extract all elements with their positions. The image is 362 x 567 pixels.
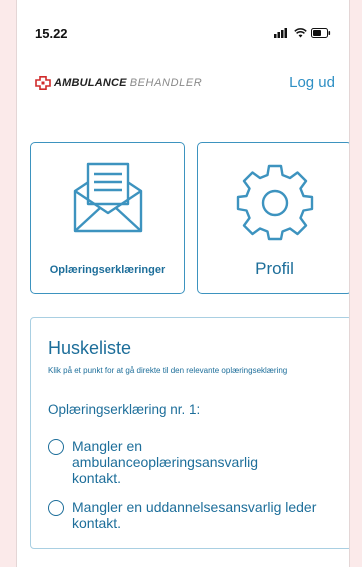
status-icons — [274, 28, 331, 38]
checklist-title: Huskeliste — [48, 338, 132, 358]
ambulance-cross-icon — [35, 76, 51, 90]
gear-icon — [236, 164, 313, 241]
signal-icon — [274, 28, 287, 38]
logo-text-bold: AMBULANCE — [54, 77, 127, 89]
battery-icon — [311, 28, 331, 38]
wifi-icon — [294, 28, 307, 38]
phone-screen: 15.22 AMBULANCE BEHANDLER Log ud Oplærin… — [16, 0, 350, 567]
app-header: AMBULANCE BEHANDLER Log ud — [17, 70, 349, 98]
checklist-item[interactable]: Mangler en ambulanceoplæringsansvarlig k… — [48, 438, 272, 486]
tile-label: Oplæringserklæringer — [49, 264, 166, 276]
gear-icon-wrapper — [198, 163, 349, 243]
envelope-icon-wrapper — [31, 161, 184, 237]
status-bar: 15.22 — [17, 26, 349, 46]
checklist-hint: Klik på et punkt for at gå direkte til d… — [48, 366, 288, 375]
checklist-card: Huskeliste Klik på et punkt for at gå di… — [30, 317, 349, 549]
checklist-item-label: Mangler en uddannelsesansvarlig leder ko… — [72, 499, 317, 531]
checklist-item[interactable]: Mangler en uddannelsesansvarlig leder ko… — [48, 499, 322, 531]
checklist-item-label: Mangler en ambulanceoplæringsansvarlig k… — [72, 438, 258, 486]
status-time: 15.22 — [35, 26, 68, 41]
logout-link[interactable]: Log ud — [289, 74, 335, 91]
tile-oplaeringserklaeringer[interactable]: Oplæringserklæringer — [30, 142, 185, 294]
envelope-icon — [73, 162, 142, 233]
tile-label: Profil — [255, 259, 294, 278]
radio-button[interactable] — [48, 439, 64, 455]
tile-profil[interactable]: Profil — [197, 142, 349, 294]
logo: AMBULANCE BEHANDLER — [35, 76, 202, 90]
radio-button[interactable] — [48, 500, 64, 516]
section-title: Oplæringserklæring nr. 1: — [48, 402, 201, 417]
logo-text-light: BEHANDLER — [129, 77, 203, 89]
